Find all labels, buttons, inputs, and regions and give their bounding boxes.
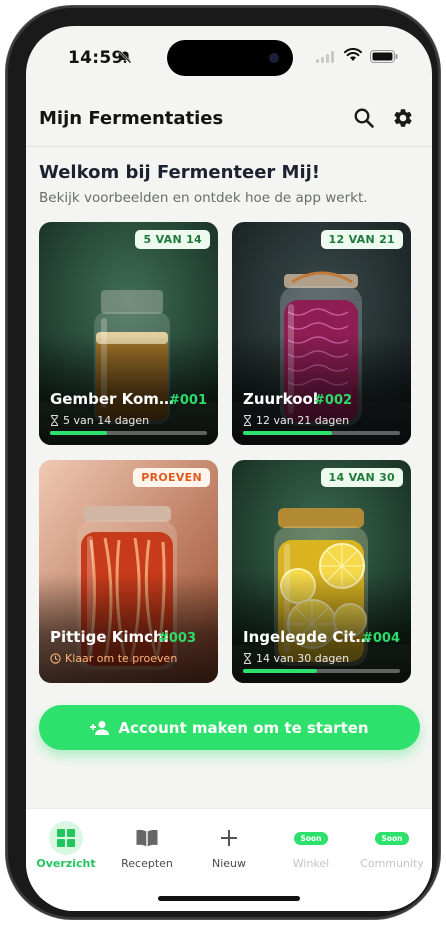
silent-bell-icon	[118, 50, 132, 64]
fermentation-card[interactable]: 5 VAN 14 Gember Kom… #001 5 van 14 dagen	[39, 222, 218, 445]
cellular-signal-icon	[316, 51, 334, 63]
create-account-label: Account maken om te starten	[118, 718, 369, 737]
create-account-button[interactable]: Account maken om te starten	[39, 705, 420, 750]
status-bar: 14:59	[26, 26, 432, 86]
card-meta: 5 van 14 dagen	[50, 414, 149, 427]
hourglass-icon	[244, 653, 251, 664]
progress-fill	[243, 431, 333, 435]
card-number: #004	[361, 631, 400, 646]
card-title: Gember Kom…	[50, 390, 174, 408]
tab-nieuw[interactable]: Nieuw	[189, 821, 269, 870]
progress-fill	[243, 669, 317, 673]
tab-label: Winkel	[292, 857, 330, 870]
tab-label: Overzicht	[36, 857, 96, 870]
tab-community[interactable]: Soon Community	[352, 821, 432, 870]
card-title: Zuurkool	[243, 390, 318, 408]
progress-track	[50, 431, 207, 435]
card-meta: 12 van 21 dagen	[243, 414, 349, 427]
card-meta: Klaar om te proeven	[50, 652, 177, 665]
fermentation-card[interactable]: PROEVEN Pittige Kimchi #003 Klaar om te …	[39, 460, 218, 683]
status-time: 14:59	[68, 48, 124, 68]
home-indicator	[158, 896, 300, 901]
soon-badge: Soon	[294, 831, 328, 845]
clock-icon	[50, 653, 61, 664]
card-title: Pittige Kimchi	[50, 628, 169, 646]
hourglass-icon	[51, 415, 58, 426]
progress-badge: 5 VAN 14	[135, 230, 210, 249]
dynamic-island	[167, 40, 293, 76]
welcome-title: Welkom bij Fermenteer Mij!	[39, 162, 321, 183]
tab-label: Recepten	[121, 857, 173, 870]
tab-winkel[interactable]: Soon Winkel	[271, 821, 351, 870]
phone-frame: 14:59 Mijn Fermentaties Welkom bij Ferme…	[6, 6, 440, 919]
progress-track	[243, 431, 400, 435]
app-screen: 14:59 Mijn Fermentaties Welkom bij Ferme…	[26, 26, 432, 911]
card-days: 14 van 30 dagen	[256, 652, 350, 665]
card-status: Klaar om te proeven	[65, 652, 178, 665]
progress-badge: 14 VAN 30	[320, 468, 403, 487]
card-days: 5 van 14 dagen	[63, 414, 150, 427]
tab-overzicht[interactable]: Overzicht	[26, 821, 106, 870]
tab-label: Nieuw	[211, 857, 247, 870]
hourglass-icon	[244, 415, 251, 426]
tab-label: Community	[360, 857, 424, 870]
card-number: #001	[168, 393, 207, 408]
progress-badge: 12 VAN 21	[320, 230, 403, 249]
welcome-subtitle: Bekijk voorbeelden en ontdek hoe de app …	[39, 190, 368, 206]
progress-track	[243, 669, 400, 673]
fermentation-card[interactable]: 14 VAN 30 Ingelegde Cit… #004 14 van 30 …	[232, 460, 411, 683]
tab-recepten[interactable]: Recepten	[107, 821, 187, 870]
add-person-icon	[90, 720, 110, 735]
card-number: #002	[314, 393, 353, 408]
settings-gear-icon[interactable]	[392, 107, 414, 129]
book-icon	[136, 829, 158, 847]
fermentation-card[interactable]: 12 VAN 21 Zuurkool #002 12 van 21 dagen	[232, 222, 411, 445]
plus-icon	[221, 830, 237, 846]
soon-badge: Soon	[375, 831, 409, 845]
page-title: Mijn Fermentaties	[39, 108, 224, 129]
card-meta: 14 van 30 dagen	[243, 652, 349, 665]
search-icon[interactable]	[353, 107, 375, 129]
progress-fill	[50, 431, 107, 435]
tasting-badge: PROEVEN	[133, 468, 210, 487]
wifi-icon	[344, 48, 362, 61]
app-header: Mijn Fermentaties	[26, 96, 432, 147]
card-number: #003	[157, 631, 196, 646]
card-title: Ingelegde Cit…	[243, 628, 371, 646]
card-days: 12 van 21 dagen	[256, 414, 350, 427]
grid-icon	[57, 829, 75, 847]
battery-icon	[370, 50, 398, 63]
